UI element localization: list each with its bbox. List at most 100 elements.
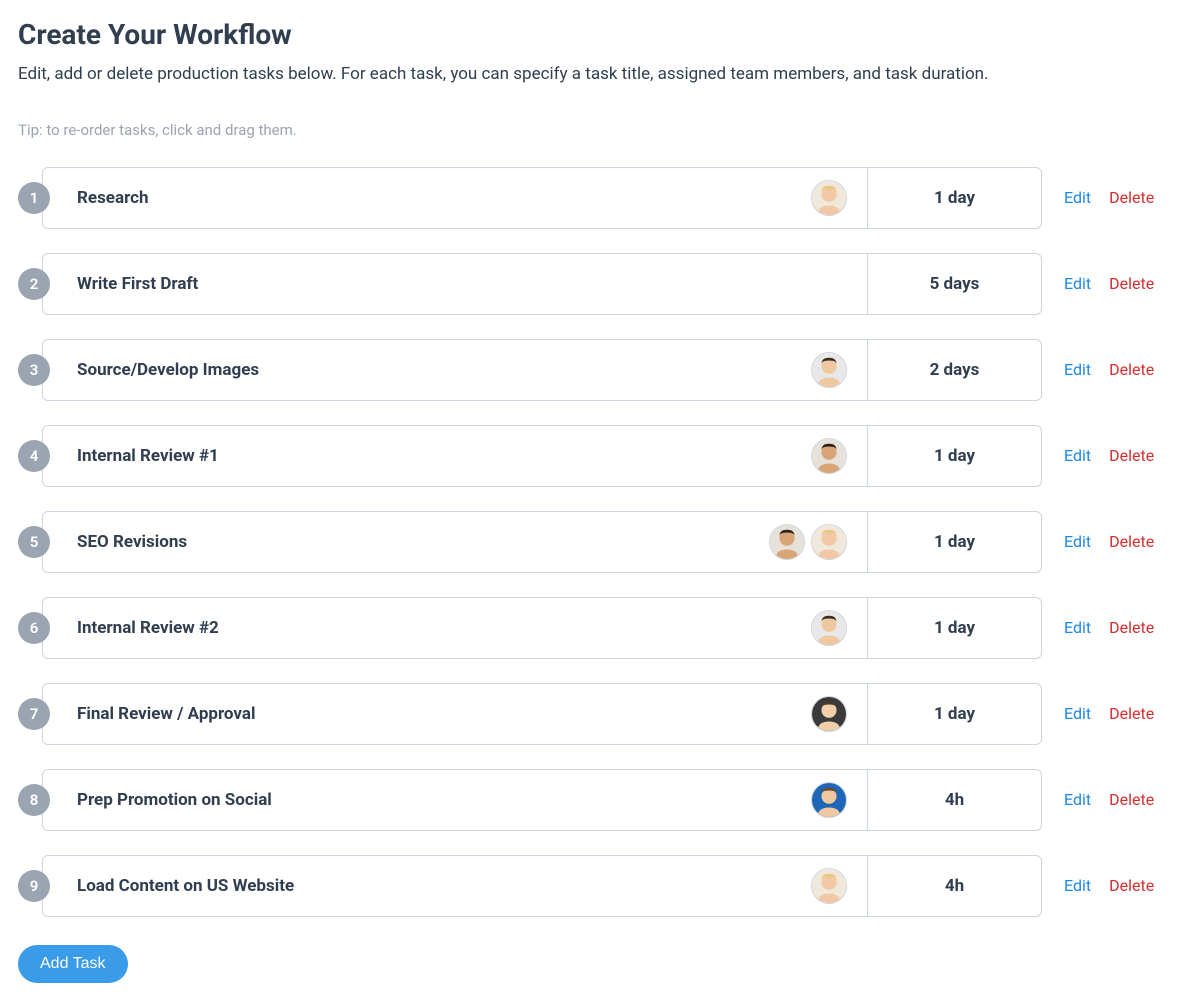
avatar <box>811 868 847 904</box>
task-number-badge: 4 <box>18 440 50 472</box>
task-duration: 5 days <box>867 254 1041 314</box>
task-actions: Edit Delete <box>1042 446 1182 465</box>
task-row[interactable]: 3 Source/Develop Images 2 days Edit Dele… <box>18 339 1182 401</box>
avatar-group <box>811 352 847 388</box>
task-card[interactable]: Source/Develop Images 2 days <box>42 339 1042 401</box>
task-title: Research <box>77 188 149 208</box>
add-task-button[interactable]: Add Task <box>18 945 128 983</box>
task-duration: 1 day <box>867 426 1041 486</box>
task-main: Research <box>43 168 867 228</box>
task-title: Internal Review #1 <box>77 446 219 466</box>
edit-button[interactable]: Edit <box>1064 790 1091 809</box>
task-card[interactable]: Internal Review #2 1 day <box>42 597 1042 659</box>
avatar <box>811 180 847 216</box>
delete-button[interactable]: Delete <box>1109 618 1154 637</box>
edit-button[interactable]: Edit <box>1064 876 1091 895</box>
task-main: Internal Review #1 <box>43 426 867 486</box>
edit-button[interactable]: Edit <box>1064 446 1091 465</box>
delete-button[interactable]: Delete <box>1109 876 1154 895</box>
delete-button[interactable]: Delete <box>1109 360 1154 379</box>
delete-button[interactable]: Delete <box>1109 532 1154 551</box>
task-title: Prep Promotion on Social <box>77 790 272 810</box>
avatar-group <box>811 438 847 474</box>
task-row[interactable]: 6 Internal Review #2 1 day Edit Delete <box>18 597 1182 659</box>
edit-button[interactable]: Edit <box>1064 274 1091 293</box>
task-actions: Edit Delete <box>1042 618 1182 637</box>
task-card[interactable]: Load Content on US Website 4h <box>42 855 1042 917</box>
task-duration: 2 days <box>867 340 1041 400</box>
task-number-badge: 6 <box>18 612 50 644</box>
delete-button[interactable]: Delete <box>1109 274 1154 293</box>
task-duration: 1 day <box>867 684 1041 744</box>
task-row[interactable]: 2 Write First Draft 5 days Edit Delete <box>18 253 1182 315</box>
avatar <box>811 438 847 474</box>
avatar <box>811 696 847 732</box>
task-duration: 4h <box>867 856 1041 916</box>
task-main: Load Content on US Website <box>43 856 867 916</box>
task-actions: Edit Delete <box>1042 274 1182 293</box>
task-card[interactable]: Research 1 day <box>42 167 1042 229</box>
page-title: Create Your Workflow <box>18 18 1182 51</box>
avatar-group <box>811 696 847 732</box>
avatar-group <box>811 180 847 216</box>
page-subtitle: Edit, add or delete production tasks bel… <box>18 63 1182 87</box>
task-number-badge: 3 <box>18 354 50 386</box>
task-main: Final Review / Approval <box>43 684 867 744</box>
avatar <box>811 782 847 818</box>
avatar <box>811 352 847 388</box>
task-card[interactable]: Prep Promotion on Social 4h <box>42 769 1042 831</box>
task-duration: 1 day <box>867 598 1041 658</box>
task-actions: Edit Delete <box>1042 532 1182 551</box>
avatar <box>811 610 847 646</box>
task-row[interactable]: 5 SEO Revisions 1 day Edit Delete <box>18 511 1182 573</box>
task-number-badge: 8 <box>18 784 50 816</box>
task-card[interactable]: Final Review / Approval 1 day <box>42 683 1042 745</box>
task-number-badge: 1 <box>18 182 50 214</box>
avatar-group <box>811 868 847 904</box>
avatar-group <box>811 610 847 646</box>
edit-button[interactable]: Edit <box>1064 704 1091 723</box>
delete-button[interactable]: Delete <box>1109 188 1154 207</box>
task-title: Internal Review #2 <box>77 618 219 638</box>
edit-button[interactable]: Edit <box>1064 532 1091 551</box>
task-actions: Edit Delete <box>1042 360 1182 379</box>
task-card[interactable]: SEO Revisions 1 day <box>42 511 1042 573</box>
task-title: Load Content on US Website <box>77 876 294 896</box>
task-row[interactable]: 4 Internal Review #1 1 day Edit Delete <box>18 425 1182 487</box>
task-duration: 1 day <box>867 512 1041 572</box>
edit-button[interactable]: Edit <box>1064 188 1091 207</box>
task-duration: 1 day <box>867 168 1041 228</box>
task-main: Write First Draft <box>43 254 867 314</box>
task-card[interactable]: Write First Draft 5 days <box>42 253 1042 315</box>
task-row[interactable]: 8 Prep Promotion on Social 4h Edit Delet… <box>18 769 1182 831</box>
task-title: SEO Revisions <box>77 532 187 552</box>
avatar <box>769 524 805 560</box>
task-number-badge: 9 <box>18 870 50 902</box>
task-row[interactable]: 7 Final Review / Approval 1 day Edit Del… <box>18 683 1182 745</box>
edit-button[interactable]: Edit <box>1064 618 1091 637</box>
edit-button[interactable]: Edit <box>1064 360 1091 379</box>
task-main: Prep Promotion on Social <box>43 770 867 830</box>
task-main: Source/Develop Images <box>43 340 867 400</box>
task-actions: Edit Delete <box>1042 876 1182 895</box>
tip-text: Tip: to re-order tasks, click and drag t… <box>18 121 1182 139</box>
task-main: SEO Revisions <box>43 512 867 572</box>
task-main: Internal Review #2 <box>43 598 867 658</box>
task-actions: Edit Delete <box>1042 704 1182 723</box>
task-list: 1 Research 1 day Edit Delete 2 Write Fir… <box>18 167 1182 917</box>
task-number-badge: 2 <box>18 268 50 300</box>
avatar-group <box>811 782 847 818</box>
task-number-badge: 5 <box>18 526 50 558</box>
task-number-badge: 7 <box>18 698 50 730</box>
delete-button[interactable]: Delete <box>1109 704 1154 723</box>
avatar <box>811 524 847 560</box>
task-title: Final Review / Approval <box>77 704 255 724</box>
delete-button[interactable]: Delete <box>1109 446 1154 465</box>
task-row[interactable]: 1 Research 1 day Edit Delete <box>18 167 1182 229</box>
task-title: Write First Draft <box>77 274 198 294</box>
delete-button[interactable]: Delete <box>1109 790 1154 809</box>
task-actions: Edit Delete <box>1042 188 1182 207</box>
task-row[interactable]: 9 Load Content on US Website 4h Edit Del… <box>18 855 1182 917</box>
task-card[interactable]: Internal Review #1 1 day <box>42 425 1042 487</box>
task-title: Source/Develop Images <box>77 360 259 380</box>
